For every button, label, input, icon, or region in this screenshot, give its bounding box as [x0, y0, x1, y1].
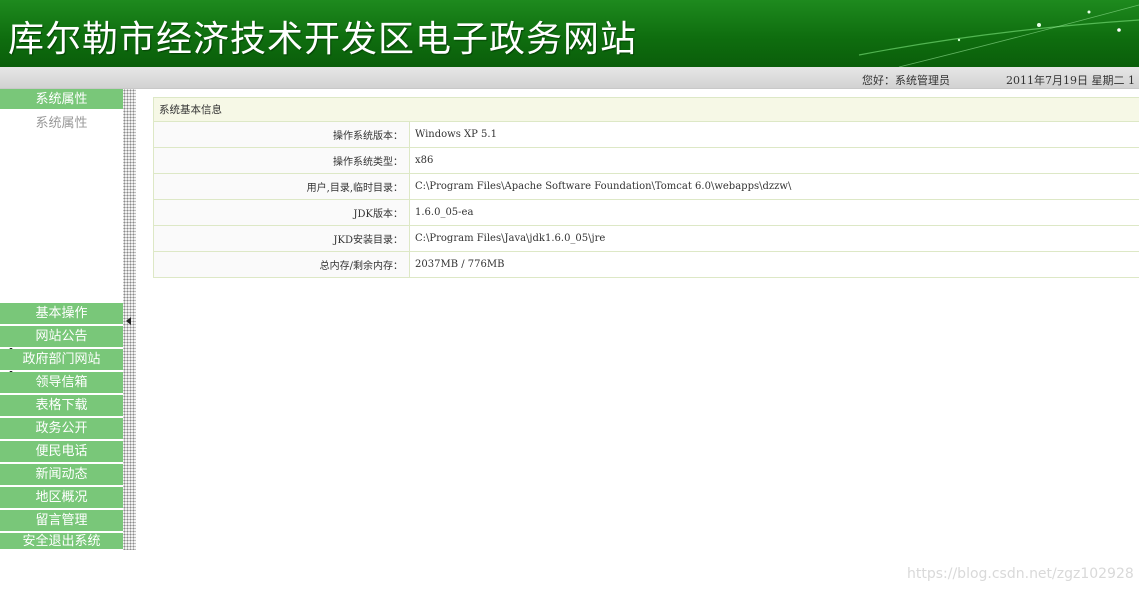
- system-info-table: 系统基本信息 操作系统版本： Windows XP 5.1 操作系统类型： x8…: [153, 97, 1139, 278]
- table-row: 总内存/剩余内存： 2037MB / 776MB: [153, 251, 1139, 278]
- table-row: JDK版本： 1.6.0_05-ea: [153, 199, 1139, 226]
- watermark-text: https://blog.csdn.net/zgz102928: [907, 566, 1134, 582]
- row-label: 操作系统版本：: [153, 121, 410, 148]
- table-row: JKD安装目录： C:\Program Files\Java\jdk1.6.0_…: [153, 225, 1139, 252]
- user-greeting: 您好：系统管理员: [862, 74, 950, 87]
- table-row: 用户,目录,临时目录： C:\Program Files\Apache Soft…: [153, 173, 1139, 200]
- nav-item-region-overview[interactable]: 地区概况: [0, 487, 123, 509]
- row-label: 总内存/剩余内存：: [153, 251, 410, 278]
- status-bar: 您好：系统管理员 2011年7月19日 星期二 1: [0, 67, 1139, 89]
- banner-sparkle-decoration: [858, 4, 1139, 67]
- row-label: 操作系统类型：: [153, 147, 410, 174]
- nav-subitem-system-properties[interactable]: 系统属性: [0, 112, 123, 131]
- row-label: JDK版本：: [153, 199, 410, 226]
- nav-item-public-phones[interactable]: 便民电话: [0, 441, 123, 463]
- site-banner: 库尔勒市经济技术开发区电子政务网站: [0, 0, 1139, 67]
- current-date: 2011年7月19日 星期二 1: [1006, 74, 1135, 87]
- nav-item-site-announcements[interactable]: 网站公告: [0, 326, 123, 348]
- nav-item-leader-mailbox[interactable]: 领导信箱: [0, 372, 123, 394]
- nav-item-news[interactable]: 新闻动态: [0, 464, 123, 486]
- row-value: Windows XP 5.1: [409, 121, 1139, 148]
- row-value: 1.6.0_05-ea: [409, 199, 1139, 226]
- row-value: C:\Program Files\Java\jdk1.6.0_05\jre: [409, 225, 1139, 252]
- nav-item-message-management[interactable]: 留言管理: [0, 510, 123, 532]
- left-navigation: 系统属性 系统属性 基本操作 网站公告 政府部门网站 领导信箱 表格下载 政务公…: [0, 89, 123, 550]
- nav-item-logout[interactable]: 安全退出系统: [0, 533, 123, 550]
- nav-item-government-departments[interactable]: 政府部门网站: [0, 349, 123, 371]
- nav-item-government-affairs[interactable]: 政务公开: [0, 418, 123, 440]
- collapse-arrow-icon[interactable]: [126, 317, 132, 325]
- row-value: 2037MB / 776MB: [409, 251, 1139, 278]
- row-value: x86: [409, 147, 1139, 174]
- row-label: JKD安装目录：: [153, 225, 410, 252]
- table-title: 系统基本信息: [153, 97, 1139, 122]
- table-row: 操作系统版本： Windows XP 5.1: [153, 121, 1139, 148]
- table-row: 操作系统类型： x86: [153, 147, 1139, 174]
- main-content: 系统基本信息 操作系统版本： Windows XP 5.1 操作系统类型： x8…: [136, 89, 1139, 550]
- row-label: 用户,目录,临时目录：: [153, 173, 410, 200]
- table-header-row: 系统基本信息: [153, 97, 1139, 122]
- nav-item-form-download[interactable]: 表格下载: [0, 395, 123, 417]
- site-title: 库尔勒市经济技术开发区电子政务网站: [8, 19, 638, 60]
- nav-header-system-properties[interactable]: 系统属性: [0, 89, 123, 110]
- nav-item-basic-operations[interactable]: 基本操作: [0, 303, 123, 325]
- row-value: C:\Program Files\Apache Software Foundat…: [409, 173, 1139, 200]
